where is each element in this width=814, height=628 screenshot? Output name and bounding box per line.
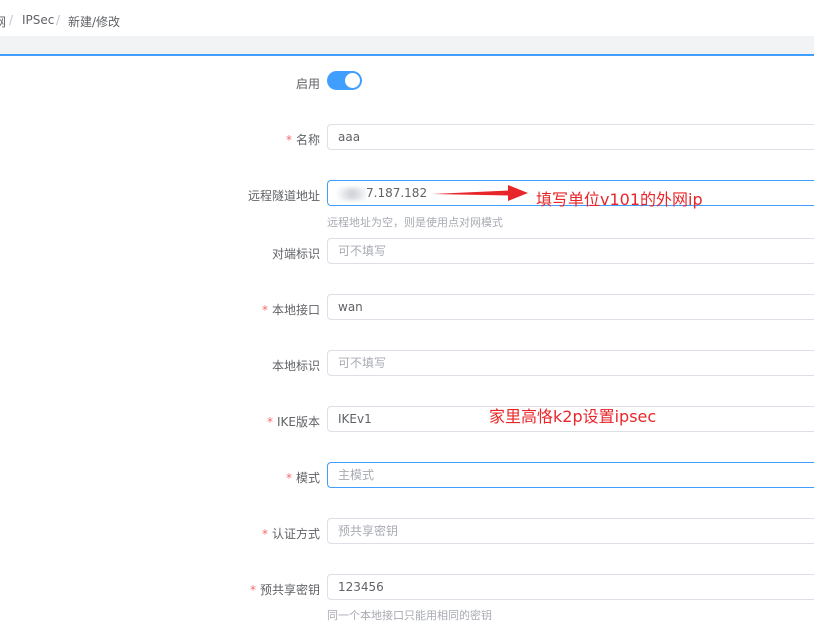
peer-id-label: 对端标识 (271, 247, 320, 261)
peer-id-input[interactable]: 可不填写 (327, 238, 814, 264)
enable-switch[interactable] (327, 71, 362, 90)
local-interface-select[interactable]: wan (327, 294, 814, 320)
remote-address-hint: 远程地址为空，则是使用点对网模式 (327, 216, 503, 229)
mode-label: * 模式 (285, 471, 320, 485)
psk-input[interactable]: 123456 (327, 574, 814, 600)
breadcrumb-separator: / (56, 13, 61, 27)
psk-hint: 同一个本地接口只能用相同的密钥 (327, 609, 492, 622)
breadcrumb-item-ipsec[interactable]: IPSec (22, 13, 54, 27)
psk-label: * 预共享密钥 (249, 583, 320, 597)
local-id-label: 本地标识 (271, 359, 320, 373)
auth-method-select[interactable]: 预共享密钥 (327, 518, 814, 544)
remote-address-label: 远程隧道地址 (247, 189, 320, 203)
breadcrumb-item-current: 新建/修改 (68, 15, 121, 29)
switch-knob (345, 73, 360, 88)
enable-label: 启用 (295, 77, 320, 91)
annotation-arrow-icon (432, 185, 528, 201)
name-label: * 名称 (285, 133, 320, 147)
breadcrumb-item-network[interactable]: 网 (0, 13, 6, 30)
name-input[interactable]: aaa (327, 124, 814, 150)
local-interface-label: * 本地接口 (261, 303, 320, 317)
ike-version-label: * IKE版本 (267, 415, 320, 429)
mode-select[interactable]: 主模式 (327, 462, 814, 488)
breadcrumb: 网 / IPSec / 新建/修改 (0, 0, 814, 36)
redacted-mark (338, 187, 366, 200)
breadcrumb-separator: / (9, 13, 14, 27)
tab-bar (0, 36, 814, 56)
local-id-input[interactable]: 可不填写 (327, 350, 814, 376)
auth-method-label: * 认证方式 (261, 527, 320, 541)
annotation-router-note: 家里高恪k2p设置ipsec (489, 407, 657, 426)
annotation-arrow-note: 填写单位v101的外网ip (536, 190, 703, 209)
